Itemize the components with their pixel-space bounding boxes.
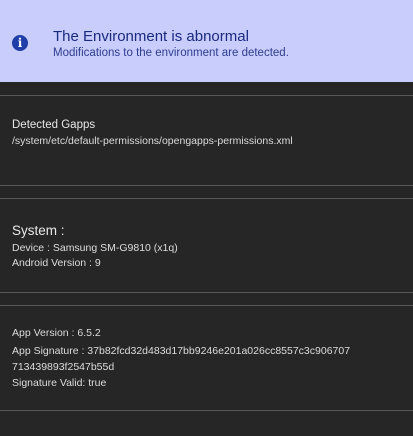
app-signature-line1: App Signature : 37b82fcd32d483d17bb9246e… — [12, 345, 351, 357]
signature-valid: Signature Valid: true — [12, 377, 107, 389]
gapps-path: /system/etc/default-permissions/opengapp… — [12, 135, 293, 147]
alert-title: The Environment is abnormal — [53, 28, 249, 45]
android-version: Android Version : 9 — [12, 257, 101, 269]
alert-message: Modifications to the environment are det… — [53, 47, 289, 59]
environment-alert-banner: i The Environment is abnormal Modificati… — [0, 0, 413, 82]
app-signature-line2: 713439893f2547b55d — [12, 361, 115, 373]
divider — [0, 95, 413, 96]
divider — [0, 292, 413, 293]
app-version: App Version : 6.5.2 — [12, 327, 101, 339]
divider — [0, 198, 413, 199]
device-info: Device : Samsung SM-G9810 (x1q) — [12, 242, 178, 254]
divider — [0, 185, 413, 186]
system-header: System : — [12, 223, 65, 238]
info-icon: i — [12, 35, 28, 51]
divider — [0, 410, 413, 411]
gapps-label: Detected Gapps — [12, 119, 96, 131]
divider — [0, 305, 413, 306]
